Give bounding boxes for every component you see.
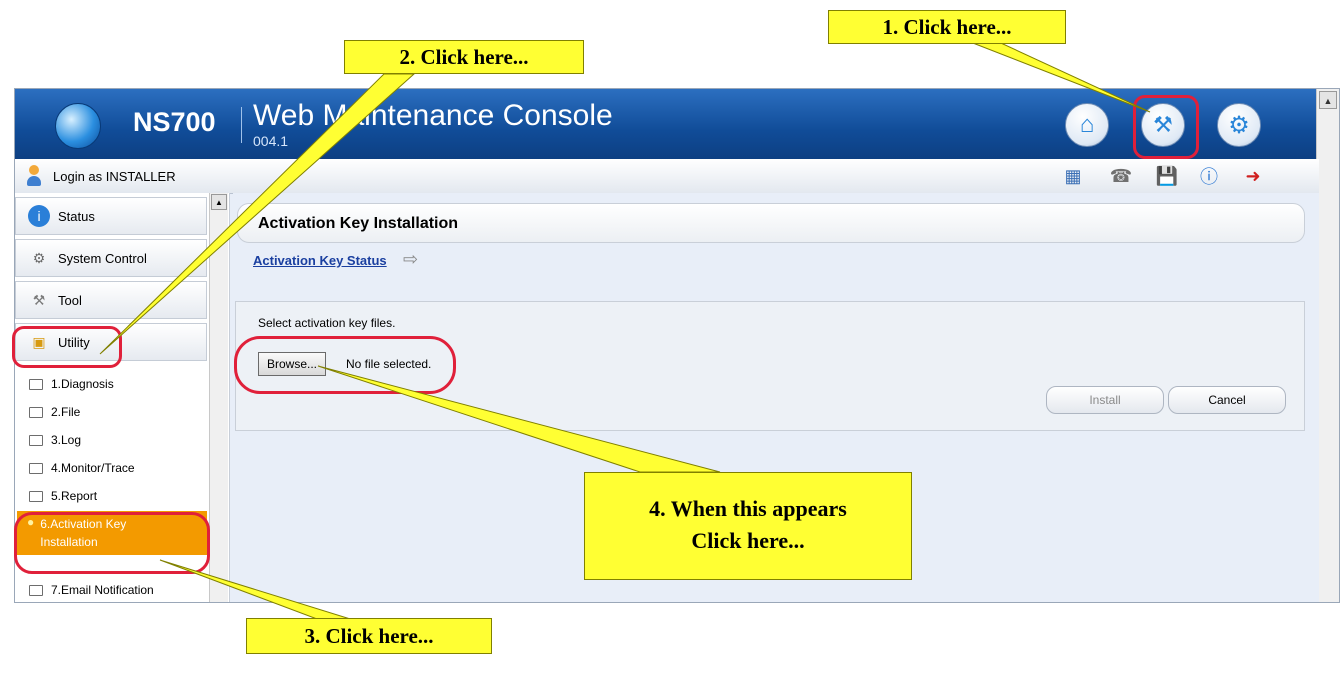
sub-item-log[interactable]: 3.Log xyxy=(29,433,81,447)
menu-label: Tool xyxy=(58,292,82,308)
folder-icon xyxy=(29,378,43,390)
schedule-icon[interactable]: ▦ xyxy=(1061,164,1085,188)
sub-item-report[interactable]: 5.Report xyxy=(29,489,97,503)
sub-item-label: 7.Email Notification xyxy=(51,583,154,597)
install-button[interactable]: Install xyxy=(1046,386,1164,414)
page-title: Activation Key Installation xyxy=(258,215,459,232)
sub-item-label: 4.Monitor/Trace xyxy=(51,461,135,475)
callout-step-3: 3. Click here... xyxy=(246,618,492,654)
login-status: Login as INSTALLER xyxy=(53,169,176,184)
highlight-utility-menu xyxy=(12,326,122,368)
menu-label: Status xyxy=(58,208,95,224)
folder-icon xyxy=(29,434,43,446)
gear-icon: ⚙ xyxy=(32,249,46,266)
version-text: 004.1 xyxy=(253,133,289,149)
scroll-up-icon[interactable]: ▲ xyxy=(1319,91,1337,109)
home-icon: ⌂ xyxy=(1079,111,1095,138)
highlight-activation-key-item xyxy=(14,512,210,574)
folder-icon xyxy=(29,490,43,502)
folder-icon xyxy=(29,584,43,596)
callout-step-1: 1. Click here... xyxy=(828,10,1066,44)
sub-item-label: 2.File xyxy=(51,405,81,419)
tools-icon: ⚒ xyxy=(32,291,46,308)
scroll-up-icon[interactable]: ▲ xyxy=(211,194,227,210)
info-icon: i xyxy=(28,205,50,227)
menu-system-control[interactable]: ⚙ System Control xyxy=(15,239,207,277)
callout-step-4-line2: Click here... xyxy=(691,528,805,553)
globe-logo-icon xyxy=(55,103,101,149)
highlight-tool-button xyxy=(1133,95,1199,159)
instruction-text: Select activation key files. xyxy=(258,316,396,330)
home-button[interactable]: ⌂ xyxy=(1065,103,1109,147)
user-icon xyxy=(27,165,41,187)
menu-tool[interactable]: ⚒ Tool xyxy=(15,281,207,319)
phone-icon[interactable]: ☎ xyxy=(1109,164,1133,188)
sub-item-label: 3.Log xyxy=(51,433,82,447)
menu-label: System Control xyxy=(58,250,147,266)
sub-item-label: 1.Diagnosis xyxy=(51,377,114,391)
callout-step-2: 2. Click here... xyxy=(344,40,584,74)
sub-item-email-notification[interactable]: 7.Email Notification xyxy=(29,583,154,597)
folder-icon xyxy=(29,462,43,474)
header-bar: NS700 Web Maintenance Console 004.1 ⌂ ⚒ … xyxy=(15,89,1319,159)
page-title-box: Activation Key Installation xyxy=(237,203,1305,243)
brand-name: NS700 xyxy=(133,107,216,137)
arrow-right-icon: ⇨ xyxy=(403,249,419,269)
sub-item-label: 5.Report xyxy=(51,489,98,503)
callout-step-4: 4. When this appears Click here... xyxy=(584,472,912,580)
window-scrollbar[interactable]: ▲ xyxy=(1316,89,1339,602)
menu-status[interactable]: i Status xyxy=(15,197,207,235)
activation-key-status-link[interactable]: Activation Key Status xyxy=(253,253,387,268)
sub-item-monitor-trace[interactable]: 4.Monitor/Trace xyxy=(29,461,135,475)
save-icon[interactable]: 💾 xyxy=(1155,164,1179,188)
sub-item-file[interactable]: 2.File xyxy=(29,405,80,419)
info-icon[interactable]: ⓘ xyxy=(1197,164,1221,188)
gear-icon: ⚙ xyxy=(1228,111,1250,139)
setup-button[interactable]: ⚙ xyxy=(1217,103,1261,147)
product-title: Web Maintenance Console xyxy=(253,99,613,132)
callout-step-4-line1: 4. When this appears xyxy=(649,496,847,521)
folder-icon xyxy=(29,406,43,418)
toolbar: Login as INSTALLER ▦ ☎ 💾 ⓘ ➜ xyxy=(15,159,1319,194)
sub-item-diagnosis[interactable]: 1.Diagnosis xyxy=(29,377,114,391)
sidebar-scrollbar[interactable]: ▲ xyxy=(209,193,228,602)
highlight-browse-button xyxy=(234,336,456,394)
header-divider xyxy=(241,107,242,143)
logout-icon[interactable]: ➜ xyxy=(1241,164,1265,188)
cancel-button[interactable]: Cancel xyxy=(1168,386,1286,414)
